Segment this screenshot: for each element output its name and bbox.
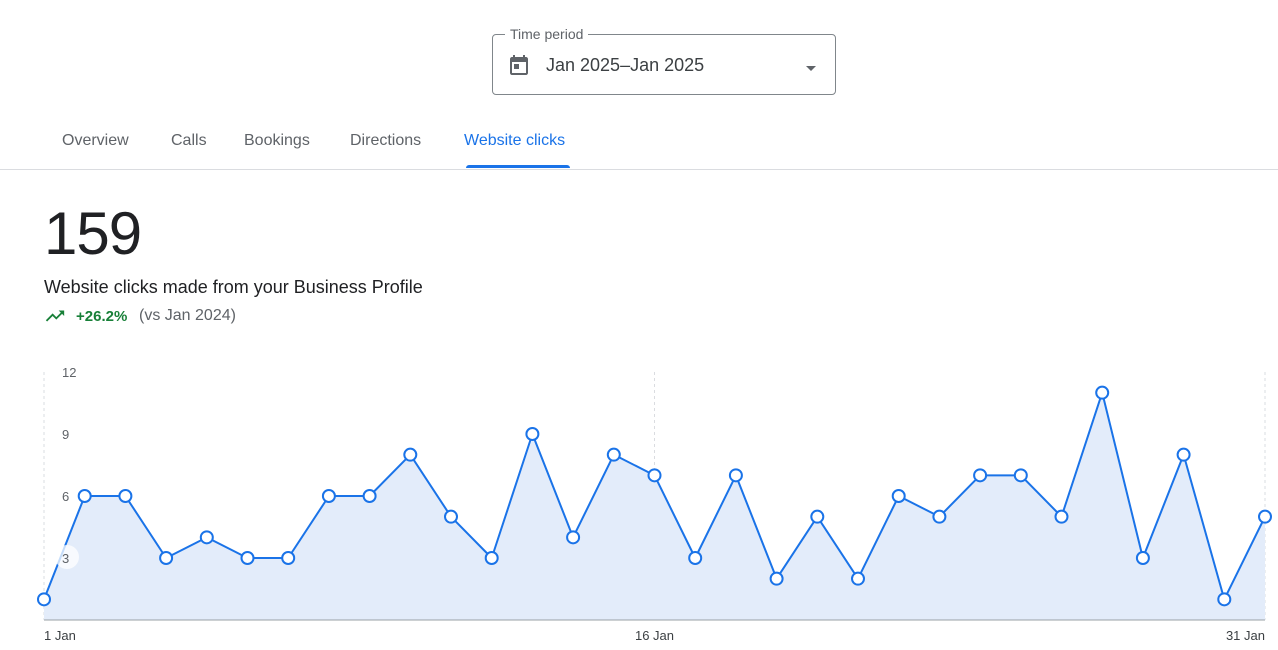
data-point (728, 468, 743, 483)
data-point (1135, 551, 1150, 565)
tab-website-clicks[interactable]: Website clicks (464, 132, 565, 150)
data-point (810, 509, 825, 524)
tab-overview[interactable]: Overview (62, 132, 129, 150)
time-period-selector[interactable]: Time period Jan 2025–Jan 2025 (492, 26, 836, 95)
x-tick-label: 1 Jan (44, 628, 76, 643)
data-point (973, 468, 988, 483)
website-clicks-chart: 3 6 9 12 1 Jan 16 Jan 31 Jan (37, 365, 1272, 643)
x-tick-label: 31 Jan (1226, 628, 1265, 643)
data-point (484, 551, 499, 565)
data-point (891, 489, 906, 503)
data-point (688, 551, 703, 565)
metric-total: 159 (44, 200, 142, 267)
data-point (525, 427, 540, 441)
tab-directions[interactable]: Directions (350, 132, 421, 150)
data-point (1258, 509, 1272, 524)
data-point (769, 571, 784, 586)
data-point (851, 571, 865, 586)
tab-bookings[interactable]: Bookings (244, 132, 310, 150)
data-point (37, 592, 51, 607)
time-period-label: Time period (505, 26, 589, 42)
data-point (1217, 592, 1232, 607)
data-point (1176, 447, 1191, 462)
data-point (362, 489, 377, 503)
trend-comparison: (vs Jan 2024) (139, 307, 236, 324)
data-point (647, 468, 662, 483)
data-point (77, 489, 92, 503)
y-tick-label: 6 (62, 489, 69, 504)
data-point (159, 551, 174, 565)
tab-bar: Overview Calls Bookings Directions Websi… (0, 120, 1278, 170)
data-point (1095, 385, 1110, 400)
data-point (321, 489, 336, 503)
active-tab-indicator (466, 165, 570, 168)
data-point (932, 509, 947, 524)
data-point (403, 447, 418, 462)
y-tick-label: 3 (62, 551, 69, 566)
data-point (566, 530, 581, 545)
data-point (118, 489, 133, 503)
y-tick-label: 9 (62, 427, 69, 442)
data-point (199, 530, 214, 545)
data-point (1054, 509, 1069, 524)
time-period-value: Jan 2025–Jan 2025 (546, 55, 705, 75)
dropdown-arrow-icon (806, 66, 816, 71)
data-point (281, 551, 296, 565)
metric-description: Website clicks made from your Business P… (44, 277, 423, 297)
data-point (1013, 468, 1028, 483)
data-point (606, 447, 621, 462)
calendar-icon (510, 55, 528, 75)
data-point (240, 551, 255, 565)
y-tick-label: 12 (62, 365, 76, 380)
trending-up-icon (45, 310, 65, 322)
tab-calls[interactable]: Calls (171, 132, 207, 150)
trend-change: +26.2% (76, 308, 128, 325)
data-point (444, 509, 458, 524)
x-tick-label: 16 Jan (635, 628, 674, 643)
